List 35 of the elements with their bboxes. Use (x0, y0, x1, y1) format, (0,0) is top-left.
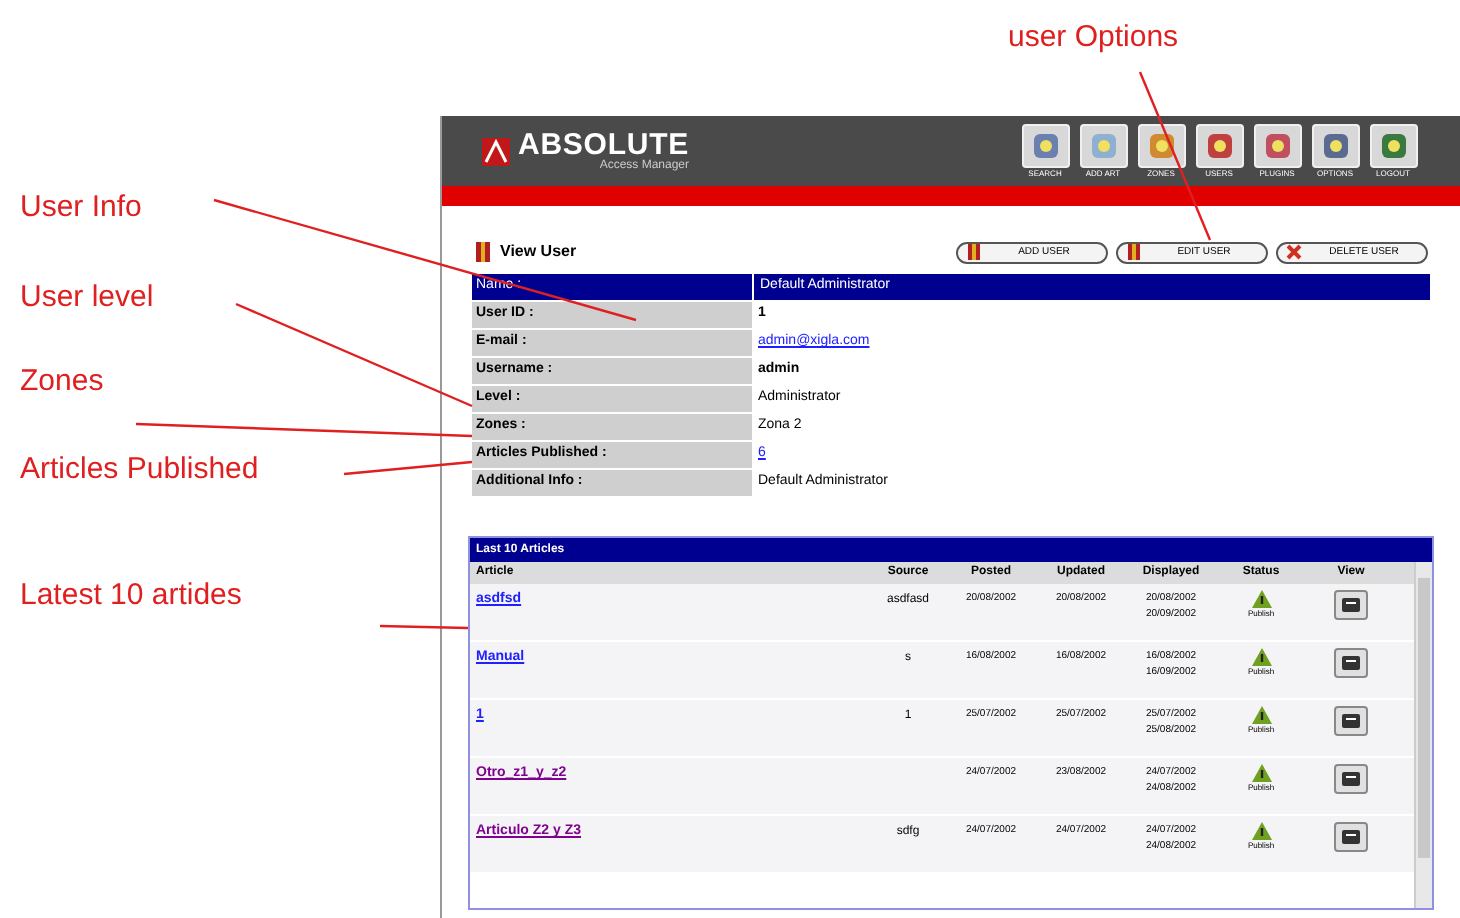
view-button[interactable] (1334, 706, 1368, 736)
warning-icon (1251, 706, 1271, 724)
logo-icon (482, 137, 510, 165)
toolbar-icon (1203, 129, 1235, 161)
warning-icon (1251, 822, 1271, 840)
document-icon (1342, 714, 1360, 728)
annotation-label: User Info (20, 188, 142, 228)
document-icon (1342, 772, 1360, 786)
page-title: View User (500, 240, 577, 264)
toolbar-icon (1087, 129, 1119, 161)
annotation-label: Articles Published (20, 450, 259, 490)
view-button[interactable] (1334, 648, 1368, 678)
toolbar-icon (1145, 129, 1177, 161)
close-icon (1286, 244, 1302, 260)
logo-text: ABSOLUTE (518, 130, 689, 160)
toolbar-icon (1261, 129, 1293, 161)
warning-icon (1251, 590, 1271, 608)
toolbar-icon (1377, 129, 1409, 161)
annotation-label: Latest 10 artides (20, 576, 242, 616)
document-icon (1342, 656, 1360, 670)
leader-line (379, 624, 469, 630)
document-icon (1342, 598, 1360, 612)
scrollbar[interactable] (1414, 562, 1432, 908)
annotation-label: Zones (20, 362, 104, 402)
toolbar-icon (1319, 129, 1351, 161)
view-button[interactable] (1334, 822, 1368, 852)
view-button[interactable] (1334, 590, 1368, 620)
annotation-label: user Options (1008, 18, 1179, 58)
view-button[interactable] (1334, 764, 1368, 794)
annotation-label: User level (20, 278, 154, 318)
warning-icon (1251, 764, 1271, 782)
warning-icon (1251, 648, 1271, 666)
toolbar-icon (1029, 129, 1061, 161)
leader-line (343, 460, 473, 476)
document-icon (1342, 830, 1360, 844)
